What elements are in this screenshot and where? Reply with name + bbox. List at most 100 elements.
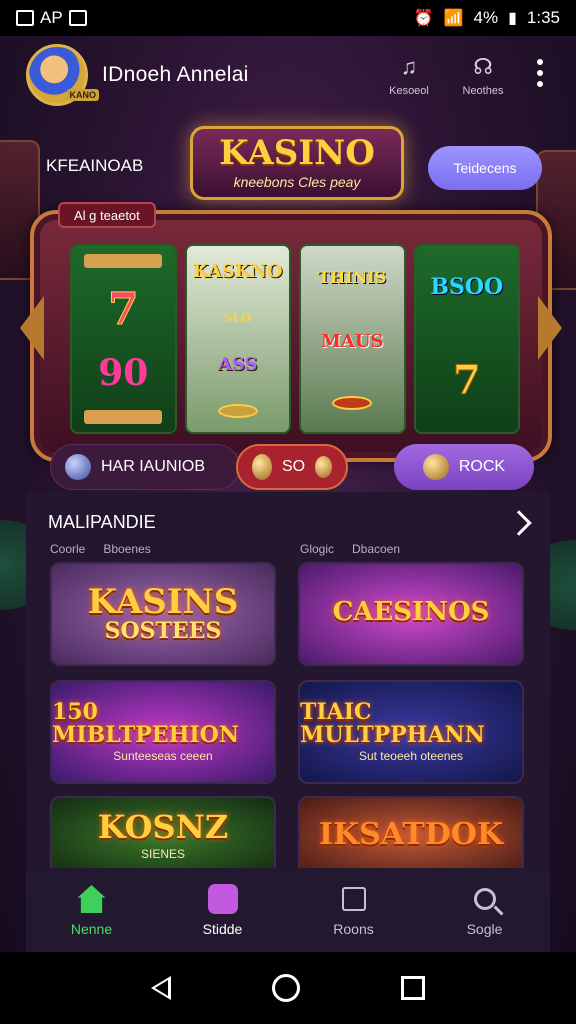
game-card-title: CAESINOS: [332, 597, 490, 628]
header-button-kesoeol[interactable]: ♫ Kesoeol: [382, 53, 436, 97]
games-section: MALIPANDIE Coorle Bboenes Glogic Dbacoen…: [26, 492, 550, 882]
nav-label: Roons: [333, 921, 374, 937]
reel-3: THINIS MAUS: [299, 244, 406, 434]
top-pill-button[interactable]: Teidecens: [428, 146, 542, 190]
game-card-subtitle: SIENES: [140, 846, 185, 861]
primary-action-button[interactable]: HAR IAUNIOB: [50, 444, 240, 490]
reel-symbol: 7: [107, 284, 139, 336]
notification-icon: [68, 10, 87, 26]
status-left-text: AP: [40, 8, 63, 27]
back-icon[interactable]: [150, 976, 171, 1000]
nav-label: Stidde: [202, 921, 243, 937]
coin-icon: [252, 454, 272, 480]
app-header: KANO IDnoeh Annelai ♫ Kesoeol ☊ Neothes: [26, 38, 550, 112]
nav-search[interactable]: Sogle: [419, 868, 550, 952]
wifi-icon: 📶: [443, 10, 464, 27]
rock-button[interactable]: ROCK: [394, 444, 534, 490]
dot-icon: [537, 81, 543, 87]
reel-symbol: 7: [452, 356, 481, 404]
chevron-right-icon[interactable]: [506, 510, 532, 536]
right-arrow-icon[interactable]: [538, 296, 562, 360]
nav-label: Sogle: [466, 921, 503, 937]
reel-symbol: 90: [98, 351, 149, 394]
coin-icon: [315, 456, 332, 478]
header-button-label: Neothes: [462, 85, 504, 97]
game-card[interactable]: TIAIC MULTPPHANN Sut teoeeh oteenes: [298, 680, 524, 784]
image-icon: [16, 10, 34, 26]
game-card-subtitle: Sut teoeeh oteenes: [358, 749, 464, 764]
game-card-title: IKSATDOK: [319, 817, 503, 853]
nav-label: Nenne: [70, 921, 113, 937]
clock: 1:35: [526, 8, 560, 27]
column-label: Bboenes: [103, 542, 151, 556]
nav-shop[interactable]: Stidde: [157, 868, 288, 952]
game-card-subtitle: SOSTEES: [104, 618, 222, 645]
avatar-tag: KANO: [66, 89, 99, 101]
reel-symbol: ASS: [217, 353, 258, 375]
ball-icon: [65, 454, 91, 480]
left-arrow-icon[interactable]: [20, 296, 44, 360]
action-row: HAR IAUNIOB SO ROCK: [50, 444, 534, 492]
dot-icon: [537, 59, 543, 65]
reels: 7 90 KASKNO SLO ASS THINIS MAUS BSOO 7: [70, 244, 520, 434]
slot-machine: Al g teaetot 7 90 KASKNO SLO ASS THINIS …: [20, 202, 562, 466]
ball-icon: [422, 454, 449, 480]
bag-icon: [338, 883, 370, 915]
reel-symbol: SLO: [223, 310, 252, 325]
secondary-action-button[interactable]: SO: [236, 444, 348, 490]
scroll-decoration: [84, 409, 163, 424]
home-icon: [76, 883, 108, 915]
logo-title: KASINO: [219, 133, 375, 173]
header-button-neothes[interactable]: ☊ Neothes: [456, 53, 510, 97]
column-label: Coorle: [50, 542, 86, 556]
section-label: KFEAINOAB: [46, 156, 144, 175]
game-card[interactable]: 150 MIBLTPEHION Sunteeseas ceeen: [50, 680, 276, 784]
slot-tag: Al g teaetot: [58, 202, 156, 228]
nav-bag[interactable]: Roons: [288, 868, 419, 952]
more-menu-button[interactable]: [530, 53, 550, 87]
username: IDnoeh Annelai: [102, 63, 249, 86]
game-card-title: KOSNZ: [97, 808, 229, 847]
left-column-labels: Coorle Bboenes: [50, 542, 151, 556]
kasino-logo: KASINO kneebons Cles peay: [190, 126, 404, 200]
system-nav-bar: [0, 952, 576, 1024]
primary-action-label: HAR IAUNIOB: [101, 458, 206, 475]
column-label: Dbacoen: [352, 542, 401, 556]
avatar[interactable]: KANO: [26, 44, 99, 106]
shop-icon: [207, 883, 239, 915]
recents-icon[interactable]: [401, 976, 426, 1000]
music-icon: ♫: [400, 54, 418, 79]
game-card-subtitle: Sunteeseas ceeen: [113, 749, 213, 764]
game-card[interactable]: IKSATDOK: [298, 796, 524, 876]
right-column-labels: Glogic Dbacoen: [300, 542, 400, 556]
game-card-title: TIAIC MULTPPHANN: [300, 698, 485, 748]
reel-2: KASKNO SLO ASS: [184, 244, 291, 434]
game-card-title: 150 MIBLTPEHION: [52, 698, 239, 748]
game-card[interactable]: KOSNZ SIENES: [50, 796, 276, 876]
battery-icon: ▮: [508, 10, 517, 27]
games-section-title: MALIPANDIE: [48, 512, 156, 532]
secondary-action-label: SO: [281, 458, 306, 475]
logo-subtitle: kneebons Cles peay: [233, 174, 361, 190]
home-circle-icon[interactable]: [271, 974, 300, 1002]
header-button-label: Kesoeol: [389, 85, 429, 97]
coin-icon: [332, 396, 373, 410]
reel-symbol: BSOO: [430, 274, 504, 301]
reel-symbol: MAUS: [320, 331, 384, 352]
dot-icon: [537, 70, 543, 76]
rock-button-label: ROCK: [458, 458, 506, 475]
status-bar: AP ⏰ 📶 4% ▮ 1:35: [0, 0, 576, 36]
game-card[interactable]: CAESINOS: [298, 562, 524, 666]
game-card[interactable]: KASINS SOSTEES: [50, 562, 276, 666]
nav-home[interactable]: Nenne: [26, 868, 157, 952]
search-icon: [469, 883, 501, 915]
headset-icon: ☊: [473, 54, 493, 79]
coin-icon: [217, 403, 258, 418]
reel-symbol: KASKNO: [192, 260, 283, 282]
reel-4: BSOO 7: [413, 244, 520, 434]
scroll-decoration: [84, 254, 163, 269]
top-banner: KFEAINOAB KASINO kneebons Cles peay Teid…: [26, 118, 550, 206]
alarm-icon: ⏰: [413, 10, 434, 27]
column-label: Glogic: [300, 542, 335, 556]
reel-symbol: THINIS: [318, 268, 387, 287]
